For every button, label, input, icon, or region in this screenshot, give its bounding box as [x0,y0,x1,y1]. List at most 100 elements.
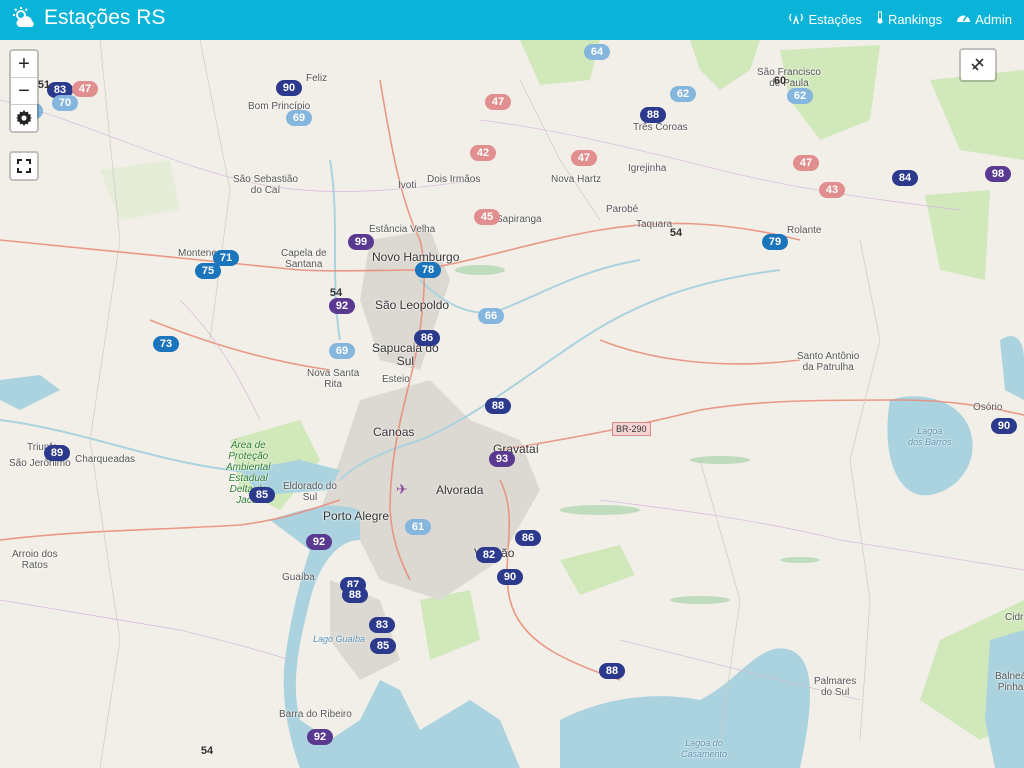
station-marker[interactable]: 98 [985,166,1011,182]
place-palmares: Palmares do Sul [814,676,857,698]
nav-admin-label: Admin [975,11,1012,27]
place-tres-coroas: Três Coroas [633,122,688,133]
place-capela: Capela de Santana [281,248,327,270]
nav-links: Estações Rankings Admin [788,11,1012,27]
station-marker[interactable]: 69 [286,110,312,126]
app-title: Estações RS [44,6,166,29]
station-marker[interactable]: 86 [414,330,440,346]
place-cidreira: Cidr [1005,612,1024,623]
place-porto-alegre: Porto Alegre [323,509,390,523]
station-marker[interactable]: 85 [370,638,396,654]
station-marker[interactable]: 66 [478,308,504,324]
place-sao-leopoldo: São Leopoldo [375,298,450,312]
dashboard-icon [956,11,971,27]
place-sapiranga: Sapiranga [496,214,542,225]
place-parobe: Parobé [606,204,639,215]
place-nova-santa-rita: Nova Santa Rita [307,368,360,390]
place-ivoti: Ivoti [398,180,417,191]
place-osorio: Osório [973,402,1003,413]
road-label-br290: BR-290 [612,422,651,436]
fullscreen-control [9,151,39,181]
gear-icon [16,109,32,131]
nav-rankings-label: Rankings [887,11,943,27]
station-marker[interactable]: 90 [276,80,302,96]
place-lago-guaiba: Lago Guaíba [313,634,366,644]
nav-admin[interactable]: Admin [956,11,1012,27]
station-marker[interactable]: 78 [415,262,441,278]
place-balneario-pinhal: Balneá Pinha [995,671,1024,693]
place-barra-ribeiro: Barra do Ribeiro [279,709,352,720]
place-igrejinha: Igrejinha [628,163,667,174]
station-marker[interactable]: 82 [476,547,502,563]
station-marker[interactable]: 54 [663,225,689,241]
station-marker[interactable]: 62 [670,86,696,102]
partly-cloudy-icon [12,7,38,29]
place-dois-irmaos: Dois Irmãos [427,174,481,185]
fullscreen-button[interactable] [11,153,37,179]
broadcast-tower-icon [788,12,804,27]
place-charqueadas: Charqueadas [75,454,136,465]
station-marker[interactable]: 43 [819,182,845,198]
station-marker[interactable]: 84 [892,170,918,186]
place-eldorado: Eldorado do Sul [283,481,337,503]
station-marker[interactable]: 54 [194,743,220,759]
place-canoas: Canoas [373,425,415,439]
brand[interactable]: Estações RS [12,6,165,30]
station-marker[interactable]: 88 [485,398,511,414]
station-marker[interactable]: 47 [485,94,511,110]
station-marker[interactable]: 79 [762,234,788,250]
fullscreen-icon [17,156,31,178]
layers-control[interactable] [959,48,997,82]
station-marker[interactable]: 45 [474,209,500,225]
nav-rankings[interactable]: Rankings [876,11,942,27]
station-marker[interactable]: 90 [497,569,523,585]
station-marker[interactable]: 90 [991,418,1017,434]
station-marker[interactable]: 93 [489,451,515,467]
station-marker[interactable]: 92 [329,298,355,314]
place-rolante: Rolante [787,225,822,236]
place-guaiba: Guaíba [282,572,315,583]
zoom-control: + − [9,49,39,133]
station-marker[interactable]: 92 [307,729,333,745]
place-novo-hamburgo: Novo Hamburgo [372,250,460,264]
airport-icon: ✈ [396,481,408,497]
place-alvorada: Alvorada [436,483,484,497]
station-marker[interactable]: 88 [342,587,368,603]
station-marker[interactable]: 92 [306,534,332,550]
place-feliz: Feliz [306,73,328,84]
zoom-in-button[interactable]: + [11,51,37,78]
station-marker[interactable]: 64 [584,44,610,60]
station-marker[interactable]: 99 [348,234,374,250]
station-marker[interactable]: 62 [787,88,813,104]
nav-stations[interactable]: Estações [788,11,862,27]
station-marker[interactable]: 75 [195,263,221,279]
station-marker[interactable]: 86 [515,530,541,546]
station-marker[interactable]: 89 [44,445,70,461]
station-marker[interactable]: 83 [369,617,395,633]
map[interactable]: Feliz Bom Princípio São Sebastião do Caí… [0,40,1024,768]
layers-icon [961,50,995,77]
settings-button[interactable] [11,105,37,131]
zoom-out-button[interactable]: − [11,78,37,105]
station-marker[interactable]: 69 [329,343,355,359]
station-marker[interactable]: 47 [571,150,597,166]
station-marker[interactable]: 47 [793,155,819,171]
station-marker[interactable]: 47 [72,81,98,97]
place-nova-hartz: Nova Hartz [551,174,602,185]
place-arroio-ratos: Arroio dos Ratos [12,549,58,571]
navbar: Estações RS Estações Rankings Admin [0,0,1024,40]
station-marker[interactable]: 73 [153,336,179,352]
station-marker[interactable]: 88 [599,663,625,679]
station-marker[interactable]: 42 [470,145,496,161]
station-marker[interactable]: 88 [640,107,666,123]
station-marker[interactable]: 60 [767,73,793,89]
nav-stations-label: Estações [808,11,862,27]
station-marker[interactable]: 85 [249,487,275,503]
place-sao-sebastiao: São Sebastião do Caí [233,174,299,196]
station-marker[interactable]: 70 [52,95,78,111]
map-tiles [0,40,1024,768]
place-santo-antonio: Santo Antônio da Patrulha [797,351,860,373]
place-esteio: Esteio [382,374,410,385]
station-marker[interactable]: 61 [405,519,431,535]
place-estancia-velha: Estância Velha [369,224,436,235]
